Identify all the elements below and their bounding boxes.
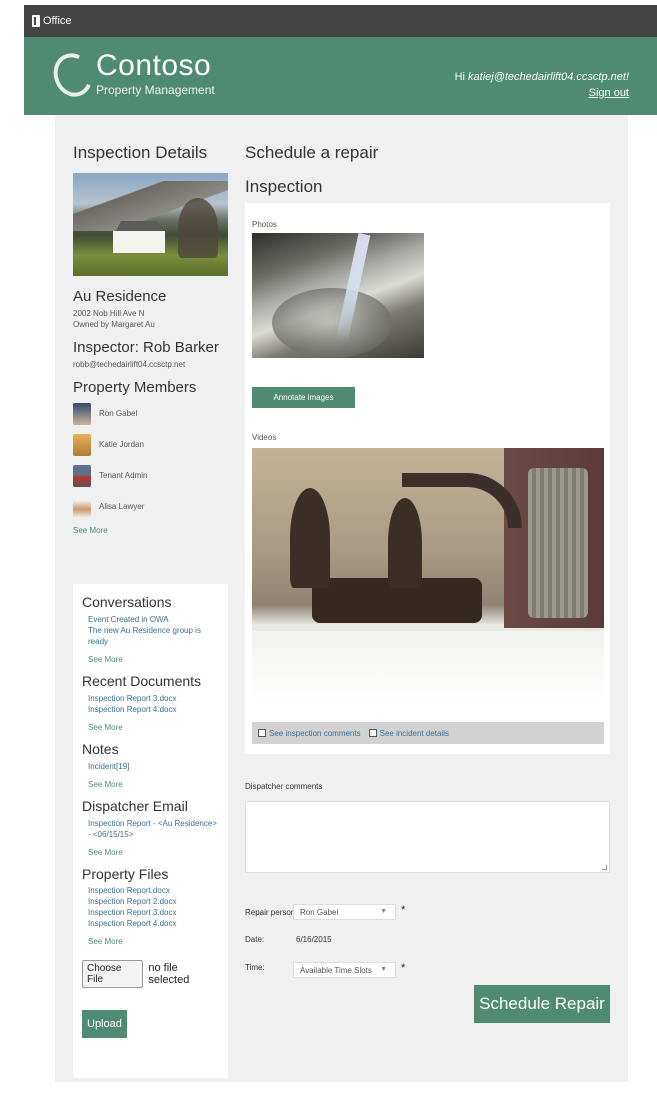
dispatcher-comments-textarea[interactable] [245,801,610,873]
inspection-title: Inspection [245,177,323,196]
chevron-down-icon: ▼ [380,966,387,973]
file-link[interactable]: Inspection Report 2.docx [88,896,219,907]
incident-details-label: See incident details [379,728,449,738]
repair-person-label: Repair person: [245,908,298,917]
inspection-details-column: Inspection Details Au Residence 2002 Nob… [73,143,229,535]
office-logo-icon [32,15,40,27]
conversation-link[interactable]: Event Created in OWA [88,614,219,625]
brand-logo[interactable]: Contoso Property Management [47,47,215,103]
member-item[interactable]: Ron Gabel [73,398,229,429]
chevron-down-icon: ▼ [380,908,387,915]
brand-subtitle: Property Management [96,83,215,97]
member-item[interactable]: Tenant Admin [73,460,229,491]
avatar [73,402,91,425]
time-label: Time: [245,963,265,972]
file-picker: Choose File no file selected [82,960,219,988]
sign-out-link[interactable]: Sign out [589,87,629,99]
inspection-comments-label: See inspection comments [269,728,361,738]
user-email: katiej@techedairlift04.ccsctp.net! [468,71,629,83]
photos-label: Photos [252,220,277,229]
brand-name: Contoso [96,49,212,82]
date-label: Date: [245,935,265,944]
date-value: 6/16/2015 [296,935,332,944]
office-logo[interactable]: Office [32,15,72,27]
main-content: Inspection Details Au Residence 2002 Nob… [55,115,628,1082]
videos-label: Videos [252,433,277,442]
member-name: Katie Jordan [99,440,144,449]
office-label: Office [43,15,72,27]
email-see-more-link[interactable]: See More [88,848,219,857]
notes-title: Notes [82,741,119,757]
email-link[interactable]: Inspection Report - <Au Residence> - <06… [88,818,219,840]
required-mark: * [401,904,406,916]
inspection-video[interactable] [252,448,604,701]
member-name: Tenant Admin [99,471,148,480]
office-bar: Office [24,5,657,37]
details-toggle-bar: See inspection comments See incident det… [252,722,604,744]
avatar [73,464,91,487]
app-header: Contoso Property Management Hi katiej@te… [24,37,657,115]
required-mark: * [401,962,406,974]
files-see-more-link[interactable]: See More [88,937,219,946]
recent-documents-title: Recent Documents [82,673,202,689]
conversations-title: Conversations [82,594,172,610]
incident-details-checkbox[interactable]: See incident details [368,728,449,738]
dispatcher-comments-label: Dispatcher comments [245,782,323,791]
upload-button[interactable]: Upload [82,1010,127,1038]
document-link[interactable]: Inspection Report 4.docx [88,704,219,715]
documents-see-more-link[interactable]: See More [88,723,219,732]
inspection-details-title: Inspection Details [73,143,208,162]
greeting: Hi [454,71,469,83]
side-panel: Conversations Event Created in OWA The n… [73,584,228,1078]
document-link[interactable]: Inspection Report 3.docx [88,693,219,704]
inspection-comments-checkbox[interactable]: See inspection comments [258,729,361,738]
schedule-repair-button[interactable]: Schedule Repair [474,985,610,1023]
user-info: Hi katiej@techedairlift04.ccsctp.net! Si… [455,69,629,101]
dispatcher-email-title: Dispatcher Email [82,798,188,814]
file-link[interactable]: Inspection Report 3.docx [88,907,219,918]
checkbox-icon [368,729,377,737]
choose-file-button[interactable]: Choose File [82,960,144,988]
repair-person-value: Ron Gabel [300,907,339,917]
note-link[interactable]: Incident[19] [88,761,219,772]
repair-person-select[interactable]: Ron Gabel ▼ [293,904,396,920]
inspector-email: robb@techedairlift04.ccsctp.net [73,360,186,369]
member-name: Ron Gabel [99,409,138,418]
members-see-more-link[interactable]: See More [73,526,229,535]
property-members-title: Property Members [73,379,197,396]
conversation-link[interactable]: The new Au Residence group is ready [88,625,219,647]
conversations-see-more-link[interactable]: See More [88,655,219,664]
annotate-images-button[interactable]: Annotate images [252,387,355,408]
member-item[interactable]: Alisa Lawyer [73,491,229,522]
file-link[interactable]: Inspection Report 4.docx [88,918,219,929]
resize-handle-icon[interactable] [602,865,607,870]
file-status: no file selected [148,962,190,986]
member-item[interactable]: Katie Jordan [73,429,229,460]
time-value: Available Time Slots [300,965,372,975]
checkbox-icon [258,729,266,737]
avatar [73,433,91,456]
time-select[interactable]: Available Time Slots ▼ [293,962,396,978]
inspection-card: Photos Annotate images Videos See inspec… [245,203,610,754]
inspection-photo[interactable] [252,233,424,358]
notes-see-more-link[interactable]: See More [88,780,219,789]
page-title: Schedule a repair [245,143,379,162]
schedule-column: Schedule a repair Inspection [245,143,610,197]
property-address: 2002 Nob Hill Ave N [73,309,145,318]
member-name: Alisa Lawyer [99,502,145,511]
avatar [73,495,91,518]
property-photo [73,173,228,276]
inspector-name: Inspector: Rob Barker [73,339,219,356]
property-files-title: Property Files [82,866,169,882]
file-link[interactable]: Inspection Report.docx [88,885,219,896]
property-owner: Owned by Margaret Au [73,320,155,329]
contoso-ring-icon [47,47,99,103]
property-name: Au Residence [73,288,167,305]
